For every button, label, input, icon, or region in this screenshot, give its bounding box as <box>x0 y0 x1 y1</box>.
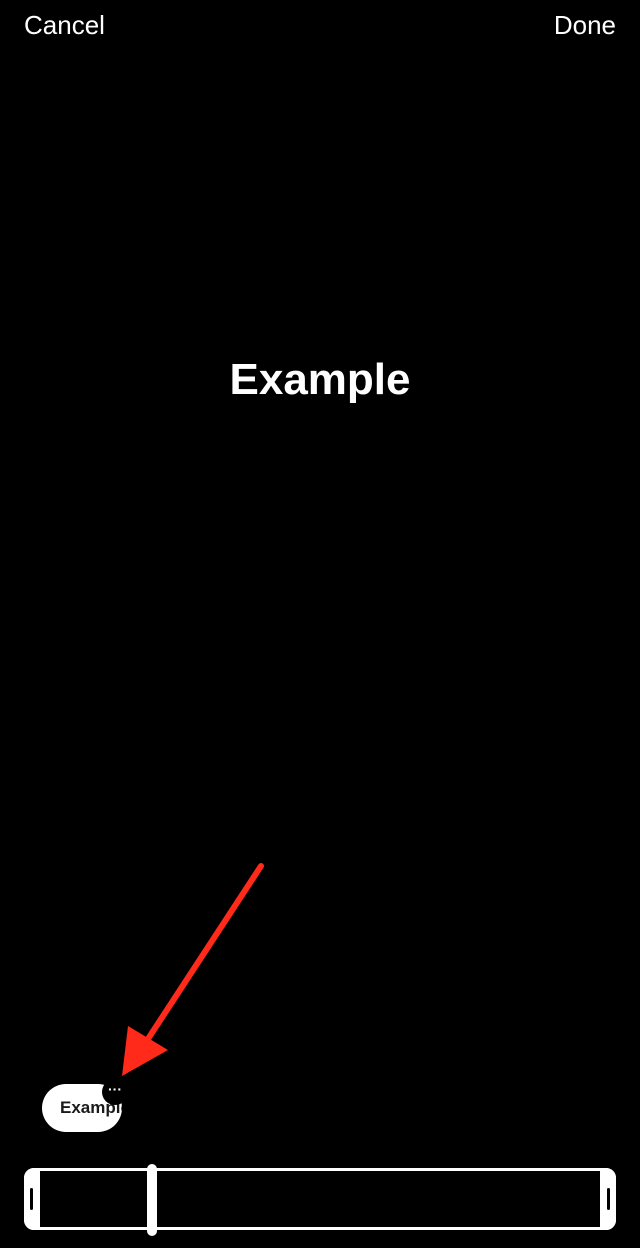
trim-handle-right[interactable] <box>600 1168 616 1230</box>
cancel-button[interactable]: Cancel <box>24 8 105 42</box>
done-button[interactable]: Done <box>554 8 616 42</box>
timeline-track[interactable] <box>24 1168 616 1230</box>
trim-grip-left <box>30 1188 33 1210</box>
trim-grip-right <box>607 1188 610 1210</box>
trim-handle-left[interactable] <box>24 1168 40 1230</box>
text-editor-screen: Cancel Done Example Example ··· <box>0 0 640 1248</box>
playhead[interactable] <box>147 1164 157 1236</box>
annotation-arrow-icon <box>122 863 264 1076</box>
ellipsis-icon[interactable]: ··· <box>102 1079 128 1105</box>
canvas-text[interactable]: Example <box>0 352 640 408</box>
